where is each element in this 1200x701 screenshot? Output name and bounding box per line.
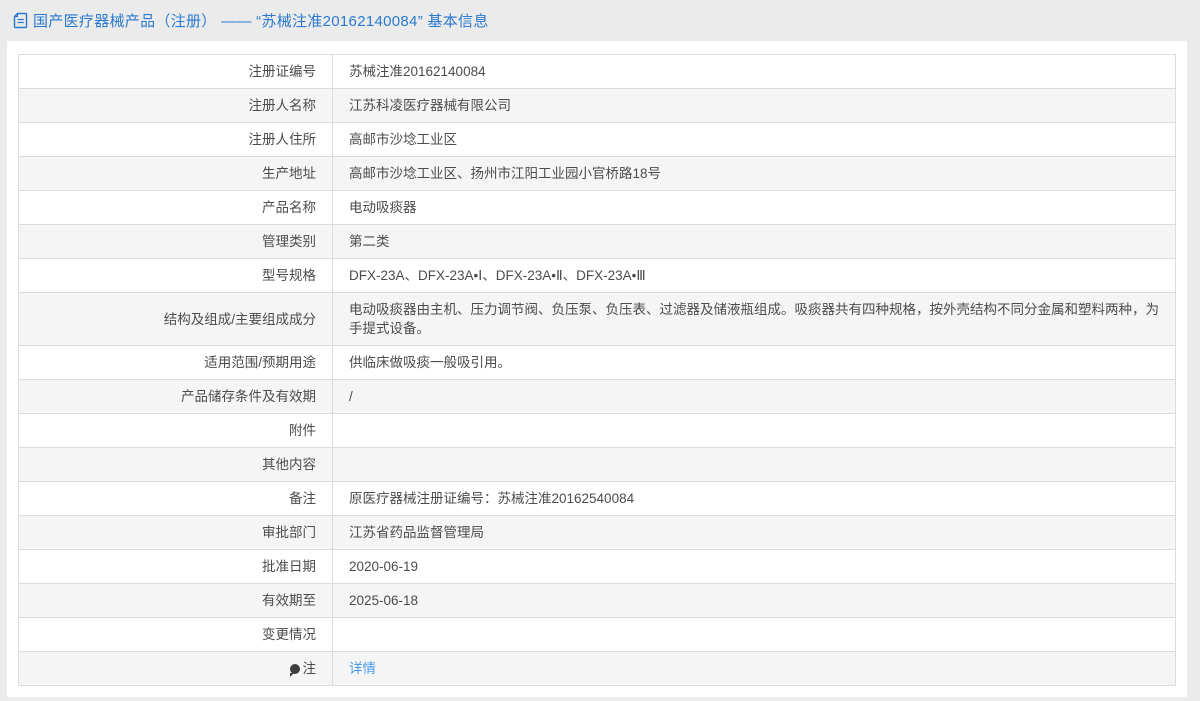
- field-value: 电动吸痰器: [332, 190, 1176, 225]
- field-label: 变更情况: [18, 617, 333, 652]
- field-value: 江苏省药品监督管理局: [332, 515, 1176, 550]
- field-value: 原医疗器械注册证编号：苏械注准20162540084: [332, 481, 1176, 516]
- field-value: 江苏科凌医疗器械有限公司: [332, 88, 1176, 123]
- field-label: 附件: [18, 413, 333, 448]
- table-row: 结构及组成/主要组成成分 电动吸痰器由主机、压力调节阀、负压泵、负压表、过滤器及…: [18, 292, 1176, 346]
- field-value: [332, 617, 1176, 652]
- table-row: 管理类别 第二类: [18, 224, 1176, 259]
- details-link[interactable]: 详情: [349, 661, 376, 676]
- table-row: 适用范围/预期用途 供临床做吸痰一般吸引用。: [18, 345, 1176, 380]
- field-value: 第二类: [332, 224, 1176, 259]
- field-label: 注册人住所: [18, 122, 333, 157]
- table-row: 生产地址 高邮市沙埝工业区、扬州市江阳工业园小官桥路18号: [18, 156, 1176, 191]
- field-value: 电动吸痰器由主机、压力调节阀、负压泵、负压表、过滤器及储液瓶组成。吸痰器共有四种…: [332, 292, 1176, 346]
- registration-info-table: 注册证编号 苏械注准20162140084 注册人名称 江苏科凌医疗器械有限公司…: [18, 54, 1176, 686]
- field-label: 有效期至: [18, 583, 333, 618]
- table-row: 注 详情: [18, 651, 1176, 686]
- field-value: DFX-23A、DFX-23A•Ⅰ、DFX-23A•Ⅱ、DFX-23A•Ⅲ: [332, 258, 1176, 293]
- field-value: 2020-06-19: [332, 549, 1176, 584]
- content-panel: 注册证编号 苏械注准20162140084 注册人名称 江苏科凌医疗器械有限公司…: [7, 41, 1187, 697]
- table-row: 注册人名称 江苏科凌医疗器械有限公司: [18, 88, 1176, 123]
- field-label: 生产地址: [18, 156, 333, 191]
- field-label: 其他内容: [18, 447, 333, 482]
- field-label: 型号规格: [18, 258, 333, 293]
- field-label: 产品名称: [18, 190, 333, 225]
- table-row: 注册人住所 高邮市沙埝工业区: [18, 122, 1176, 157]
- table-row: 产品名称 电动吸痰器: [18, 190, 1176, 225]
- field-value: 高邮市沙埝工业区: [332, 122, 1176, 157]
- table-row: 型号规格 DFX-23A、DFX-23A•Ⅰ、DFX-23A•Ⅱ、DFX-23A…: [18, 258, 1176, 293]
- field-value: /: [332, 379, 1176, 414]
- table-row: 变更情况: [18, 617, 1176, 652]
- field-value: 详情: [332, 651, 1176, 686]
- table-row: 备注 原医疗器械注册证编号：苏械注准20162540084: [18, 481, 1176, 516]
- field-value: 高邮市沙埝工业区、扬州市江阳工业园小官桥路18号: [332, 156, 1176, 191]
- field-label: 备注: [18, 481, 333, 516]
- field-label: 注册人名称: [18, 88, 333, 123]
- field-label: 批准日期: [18, 549, 333, 584]
- note-icon: [289, 664, 300, 677]
- page-title: 国产医疗器械产品（注册） —— “苏械注准20162140084” 基本信息: [33, 13, 489, 30]
- table-row: 产品储存条件及有效期 /: [18, 379, 1176, 414]
- table-row: 附件: [18, 413, 1176, 448]
- field-value: 2025-06-18: [332, 583, 1176, 618]
- table-row: 有效期至 2025-06-18: [18, 583, 1176, 618]
- table-row: 其他内容: [18, 447, 1176, 482]
- field-label: 适用范围/预期用途: [18, 345, 333, 380]
- table-row: 批准日期 2020-06-19: [18, 549, 1176, 584]
- field-label: 注册证编号: [18, 54, 333, 89]
- field-value: 苏械注准20162140084: [332, 54, 1176, 89]
- table-row: 注册证编号 苏械注准20162140084: [18, 54, 1176, 89]
- field-label: 审批部门: [18, 515, 333, 550]
- field-value: [332, 413, 1176, 448]
- field-label: 结构及组成/主要组成成分: [18, 292, 333, 346]
- field-label: 注: [18, 651, 333, 686]
- field-value: [332, 447, 1176, 482]
- field-value: 供临床做吸痰一般吸引用。: [332, 345, 1176, 380]
- document-icon: [13, 12, 28, 29]
- table-row: 审批部门 江苏省药品监督管理局: [18, 515, 1176, 550]
- field-label: 管理类别: [18, 224, 333, 259]
- field-label: 产品储存条件及有效期: [18, 379, 333, 414]
- page-header: 国产医疗器械产品（注册） —— “苏械注准20162140084” 基本信息: [0, 0, 1200, 41]
